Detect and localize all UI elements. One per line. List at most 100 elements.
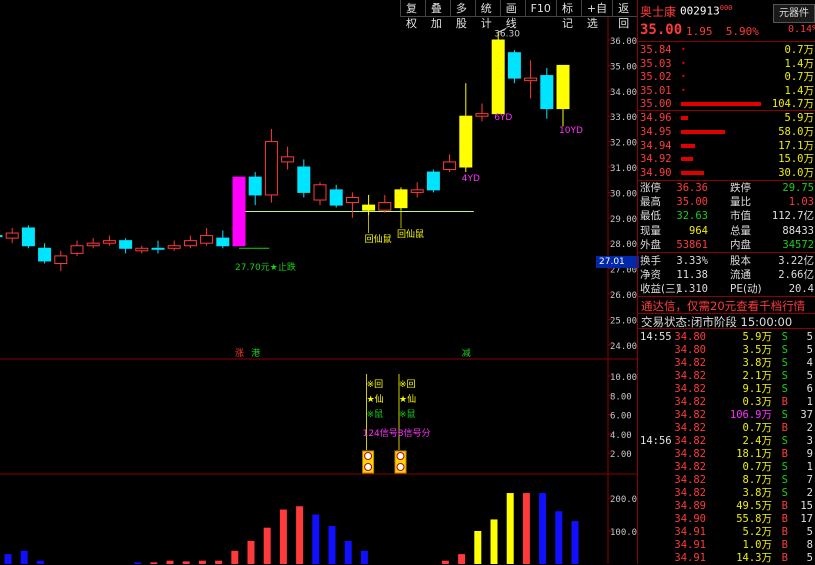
tick-n: 2 <box>806 487 813 499</box>
quote-panel: 奥士康 002913000 35.00 1.95 5.90% 元器件 0.14%… <box>637 0 815 564</box>
stat-l1: 涨停 <box>640 182 661 194</box>
tick-row[interactable]: 34.90 55.8万 B 17 <box>638 512 815 526</box>
book-volume-bar <box>681 171 704 176</box>
tick-row[interactable]: 34.82 0.3万 B 1 <box>638 395 815 409</box>
ask-row-2[interactable]: 35.02 • 0.7万 <box>638 70 815 84</box>
tick-row[interactable]: 14:55 34.80 5.9万 S 5 <box>638 330 815 344</box>
ask-row-0[interactable]: 35.84 • 0.7万 <box>638 43 815 57</box>
bid-row-2[interactable]: 34.94 17.1万 <box>638 139 815 153</box>
indicator-tick-label: 4.00 <box>610 431 632 441</box>
ask-row-1[interactable]: 35.03 • 1.4万 <box>638 57 815 71</box>
book-volume-dot: • <box>681 72 686 81</box>
volume-bar <box>490 519 498 564</box>
tick-row[interactable]: 34.82 3.8万 S 4 <box>638 356 815 370</box>
indicator-tick-label: 6.00 <box>610 412 632 422</box>
candle-body <box>507 52 521 79</box>
chart-annotation: 6YD <box>494 113 512 123</box>
toolbar-button-2[interactable]: 多股 <box>449 0 475 30</box>
tick-row[interactable]: 34.91 5.2万 B 5 <box>638 525 815 539</box>
tick-vol: 55.8万 <box>736 513 772 525</box>
bid-row-4[interactable]: 34.90 30.0万 <box>638 166 815 180</box>
tick-row[interactable]: 34.91 1.0万 B 8 <box>638 538 815 552</box>
tick-row[interactable]: 34.82 2.1万 S 5 <box>638 369 815 383</box>
tick-bs: S <box>781 461 788 473</box>
indicator-text: ※鼠 <box>399 408 416 420</box>
tick-row[interactable]: 34.82 0.7万 S 1 <box>638 460 815 474</box>
toolbar-button-4[interactable]: 画线 <box>499 0 525 30</box>
stat-v2: 34572 <box>782 238 814 251</box>
tick-price: 34.91 <box>674 526 706 538</box>
tick-price: 34.90 <box>674 513 706 525</box>
tick-row[interactable]: 34.91 14.3万 B 5 <box>638 551 815 565</box>
tick-price: 34.82 <box>674 474 706 486</box>
tick-row[interactable]: 34.82 9.1万 S 6 <box>638 382 815 396</box>
toolbar-button-5[interactable]: F10 <box>524 0 556 17</box>
ask-row-4[interactable]: 35.00 104.7万 <box>638 97 815 111</box>
stat-l2: 内盘 <box>730 238 751 251</box>
toolbar-button-0[interactable]: 复权 <box>400 0 425 30</box>
toolbar-button-1[interactable]: 叠加 <box>424 0 450 30</box>
stat2-l2: PE(动) <box>730 283 762 296</box>
tick-n: 2 <box>806 422 813 434</box>
book-price: 35.03 <box>640 57 672 70</box>
book-volume: 1.4万 <box>784 84 814 97</box>
tick-vol: 5.9万 <box>742 331 772 343</box>
bid-row-1[interactable]: 34.95 58.0万 <box>638 125 815 139</box>
stat2-v1: 1.310 <box>676 283 708 296</box>
volume-bar <box>20 550 28 564</box>
book-volume: 0.7万 <box>784 44 814 56</box>
tick-price: 34.82 <box>674 435 706 447</box>
candle-body <box>167 245 181 249</box>
tick-row[interactable]: 34.82 18.1万 B 9 <box>638 447 815 461</box>
tick-vol: 3.5万 <box>742 344 772 356</box>
toolbar-button-8[interactable]: 返回 <box>612 0 637 30</box>
book-price: 34.90 <box>640 167 672 180</box>
price-tick-label: 31.00 <box>610 164 637 174</box>
toolbar-button-3[interactable]: 统计 <box>474 0 500 30</box>
tick-row[interactable]: 34.82 106.9万 S 37 <box>638 408 815 422</box>
promo-banner[interactable]: 通达信，仅需20元查看千档行情 <box>641 298 805 314</box>
tick-row[interactable]: 34.82 3.8万 S 2 <box>638 486 815 500</box>
candle-body <box>232 176 246 247</box>
sector-button[interactable]: 元器件 <box>773 4 815 23</box>
toolbar-button-7[interactable]: +自选 <box>580 0 613 30</box>
stat2-row: 收益(三) 1.310 PE(动) 20.4 <box>638 282 815 296</box>
stat-v1: 35.00 <box>676 196 708 209</box>
stock-name[interactable]: 奥士康 <box>640 3 676 20</box>
volume-bar <box>571 521 579 564</box>
ask-row-3[interactable]: 35.01 • 1.4万 <box>638 84 815 98</box>
price-tick-label: 26.00 <box>610 291 637 301</box>
tick-bs: S <box>781 409 788 421</box>
stat-v2: 1.03 <box>788 196 814 209</box>
kline-svg[interactable]: 36.00 35.00 34.00 33.00 32.00 31.00 30.00 29.00… <box>0 0 637 564</box>
tick-row[interactable]: 14:56 34.82 2.4万 S 3 <box>638 434 815 448</box>
bid-row-3[interactable]: 34.92 15.0万 <box>638 152 815 166</box>
tick-price: 34.82 <box>674 409 706 421</box>
chart-annotation: 回仙鼠 <box>397 228 424 240</box>
chart-annotation: 27.70元★止跌 <box>235 261 296 273</box>
volume-bar <box>539 493 547 564</box>
volume-bar <box>296 506 304 564</box>
kline-chart[interactable]: 36.00 35.00 34.00 33.00 32.00 31.00 30.00 29.00… <box>0 0 639 564</box>
tick-n: 6 <box>806 383 813 395</box>
tick-vol: 106.9万 <box>729 409 772 421</box>
tick-row[interactable]: 34.82 0.7万 B 2 <box>638 421 815 435</box>
candle-body <box>183 240 197 247</box>
tick-row[interactable]: 34.82 8.7万 S 7 <box>638 473 815 487</box>
tick-row[interactable]: 34.89 49.5万 B 15 <box>638 499 815 513</box>
candle-body <box>524 77 538 82</box>
price-tick-label: 25.00 <box>610 316 637 326</box>
tick-n: 5 <box>806 344 813 356</box>
stat-row: 外盘 53861 内盘 34572 <box>638 238 815 252</box>
stat2-v2: 2.66亿 <box>778 269 814 282</box>
tick-n: 7 <box>806 474 813 486</box>
tick-n: 5 <box>806 331 813 343</box>
candle-body <box>556 64 570 110</box>
stock-code: 002913000 <box>680 4 733 18</box>
toolbar-button-6[interactable]: 标记 <box>555 0 581 30</box>
candle-body <box>281 156 295 163</box>
bid-row-0[interactable]: 34.96 5.9万 <box>638 111 815 125</box>
tick-n: 15 <box>800 500 813 512</box>
book-volume-bar <box>681 102 761 106</box>
tick-row[interactable]: 34.80 3.5万 S 5 <box>638 343 815 357</box>
